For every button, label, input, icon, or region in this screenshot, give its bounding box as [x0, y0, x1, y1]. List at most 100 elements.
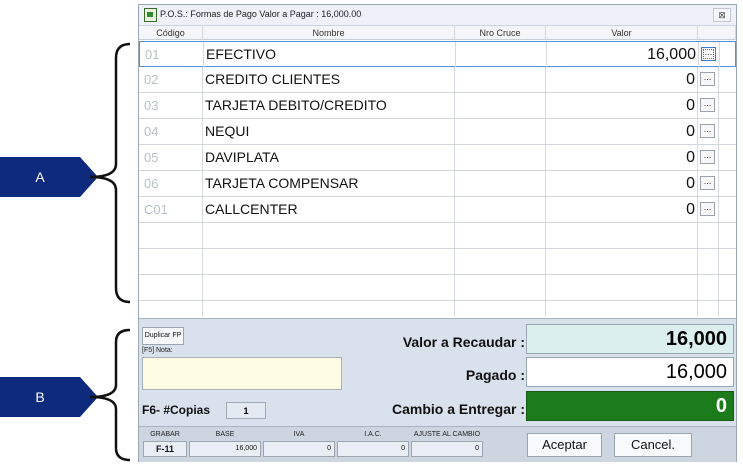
empty-cell	[698, 275, 719, 300]
annotation-braces	[89, 42, 131, 462]
table-row[interactable]: 01 EFECTIVO 16,000 ...	[139, 41, 736, 67]
header-codigo[interactable]: Código	[139, 26, 203, 40]
base-value: 16,000	[189, 441, 261, 457]
empty-row	[139, 301, 736, 317]
empty-cell	[455, 249, 546, 274]
aceptar-button[interactable]: Aceptar	[527, 433, 602, 457]
iac-label: I.A.C.	[364, 431, 382, 438]
pagado-label: Pagado :	[465, 367, 525, 383]
pagado-value: 16,000	[526, 357, 734, 387]
row-value[interactable]: 0	[546, 145, 698, 170]
row-cruce[interactable]	[455, 119, 546, 144]
row-button-cell: ...	[698, 67, 719, 92]
ellipsis-button[interactable]: ...	[700, 72, 715, 86]
annotation-b-marker: B	[0, 377, 98, 417]
grabar-label: GRABAR	[150, 431, 180, 438]
ellipsis-button[interactable]: ...	[701, 47, 716, 61]
duplicar-fp-button[interactable]: Duplicar FP	[142, 327, 184, 345]
table-row[interactable]: 05 DAVIPLATA 0 ...	[139, 145, 736, 171]
empty-cell	[546, 275, 698, 300]
brace-a	[89, 42, 131, 304]
row-button-cell: ...	[698, 119, 719, 144]
row-code: 03	[139, 93, 203, 118]
table-row[interactable]: 02 CREDITO CLIENTES 0 ...	[139, 67, 736, 93]
header-blank	[698, 26, 736, 40]
cambio-value: 0	[526, 391, 734, 421]
iac-value: 0	[337, 441, 409, 457]
nota-label: [F5] Nota:	[142, 347, 173, 354]
row-code: 01	[140, 42, 204, 67]
ellipsis-button[interactable]: ...	[700, 176, 715, 190]
payment-methods-grid: Código Nombre Nro Cruce Valor 01 EFECTIV…	[139, 26, 736, 319]
row-cruce[interactable]	[455, 93, 546, 118]
table-row[interactable]: 03 TARJETA DEBITO/CREDITO 0 ...	[139, 93, 736, 119]
empty-cell	[546, 223, 698, 248]
header-valor[interactable]: Valor	[546, 26, 698, 40]
row-button-cell: ...	[698, 93, 719, 118]
empty-cell	[203, 249, 455, 274]
row-name: TARJETA DEBITO/CREDITO	[203, 93, 455, 118]
row-value[interactable]: 0	[546, 93, 698, 118]
empty-cell	[455, 275, 546, 300]
table-row[interactable]: 06 TARJETA COMPENSAR 0 ...	[139, 171, 736, 197]
row-name: DAVIPLATA	[203, 145, 455, 170]
ellipsis-button[interactable]: ...	[700, 202, 715, 216]
copias-field[interactable]: 1	[226, 402, 266, 419]
row-value[interactable]: 0	[546, 197, 698, 222]
ellipsis-button[interactable]: ...	[700, 124, 715, 138]
empty-cell	[546, 249, 698, 274]
copias-label: F6- #Copias	[142, 403, 211, 417]
recaudar-label: Valor a Recaudar :	[402, 334, 525, 350]
row-cruce[interactable]	[455, 145, 546, 170]
empty-cell	[139, 301, 203, 317]
table-row[interactable]: 04 NEQUI 0 ...	[139, 119, 736, 145]
empty-cell	[139, 249, 203, 274]
ellipsis-button[interactable]: ...	[700, 150, 715, 164]
row-name: NEQUI	[203, 119, 455, 144]
table-row[interactable]: C01 CALLCENTER 0 ...	[139, 197, 736, 223]
header-nombre[interactable]: Nombre	[203, 26, 455, 40]
row-value[interactable]: 16,000	[547, 42, 699, 67]
ajuste-value: 0	[411, 441, 483, 457]
row-button-cell: ...	[699, 42, 720, 67]
row-value[interactable]: 0	[546, 171, 698, 196]
empty-cell	[139, 223, 203, 248]
row-name: EFECTIVO	[204, 42, 456, 67]
annotation-b-label: B	[35, 389, 45, 405]
row-cruce[interactable]	[455, 67, 546, 92]
recaudar-value: 16,000	[526, 324, 734, 354]
empty-cell	[698, 301, 719, 317]
row-value[interactable]: 0	[546, 119, 698, 144]
empty-cell	[455, 223, 546, 248]
cancel-button[interactable]: Cancel.	[614, 433, 692, 457]
row-code: C01	[139, 197, 203, 222]
nota-field[interactable]	[142, 357, 342, 390]
empty-row	[139, 223, 736, 249]
row-code: 06	[139, 171, 203, 196]
row-button-cell: ...	[698, 145, 719, 170]
totals-footer: GRABAR F-11 BASE 16,000 IVA 0 I.A.C. 0 A…	[139, 426, 736, 462]
header-nro-cruce[interactable]: Nro Cruce	[455, 26, 546, 40]
app-icon	[144, 8, 157, 22]
row-cruce[interactable]	[456, 42, 547, 67]
empty-cell	[698, 249, 719, 274]
cambio-label: Cambio a Entregar :	[391, 401, 525, 417]
empty-cell	[203, 223, 455, 248]
ellipsis-button[interactable]: ...	[700, 98, 715, 112]
row-code: 02	[139, 67, 203, 92]
empty-cell	[203, 275, 455, 300]
row-cruce[interactable]	[455, 171, 546, 196]
close-icon[interactable]: ⊠	[713, 8, 731, 22]
row-name: CREDITO CLIENTES	[203, 67, 455, 92]
base-label: BASE	[215, 431, 235, 438]
empty-row	[139, 249, 736, 275]
row-value[interactable]: 0	[546, 67, 698, 92]
row-cruce[interactable]	[455, 197, 546, 222]
row-name: CALLCENTER	[203, 197, 455, 222]
grabar-key-button[interactable]: F-11	[143, 441, 187, 457]
empty-cell	[203, 301, 455, 317]
row-code: 05	[139, 145, 203, 170]
iva-label: IVA	[293, 431, 305, 438]
empty-row	[139, 275, 736, 301]
iva-value: 0	[263, 441, 335, 457]
